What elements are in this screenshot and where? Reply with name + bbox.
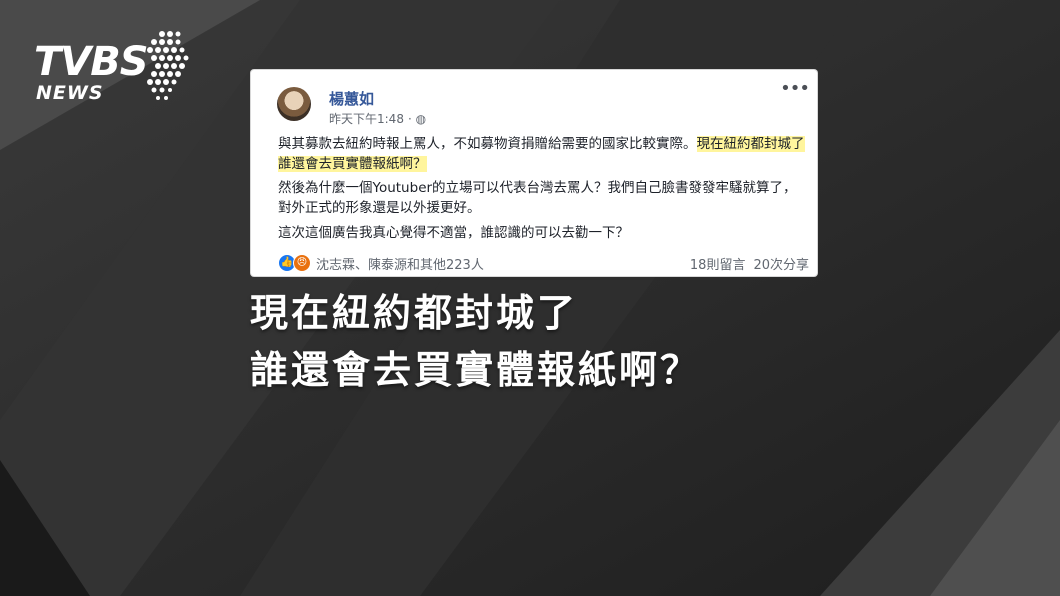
post-paragraph-3: 這次這個廣告我真心覺得不適當，誰認識的可以去勸一下？ [278,225,629,241]
author-avatar[interactable] [277,87,311,121]
post-paragraph-2: 然後為什麼一個Youtuber的立場可以代表台灣去罵人？我們自己臉書發發牢騷就算… [278,180,797,216]
paragraph-1-text: 與其募款去紐約時報上罵人，不如募物資捐贈給需要的國家比較實際。 [278,136,697,152]
more-options-icon[interactable]: ••• [780,80,810,98]
logo-subtitle: NEWS [36,82,104,104]
post-timestamp[interactable]: 昨天下午1:48 [329,112,404,126]
tvbs-news-logo: TVBS NEWS [30,28,190,112]
caption-line-2: 誰還會去買實體報紙啊？ [250,348,702,392]
reaction-names[interactable]: 沈志霖、陳泰源和其他223人 [316,254,484,273]
angry-icon: 😠 [293,254,311,272]
post-meta: 昨天下午1:48 · ◍ [329,110,426,127]
shares-count[interactable]: 20次分享 [753,258,809,273]
reactions-bar[interactable]: 👍 😠 沈志霖、陳泰源和其他223人 [278,253,484,273]
post-paragraph-1: 與其募款去紐約時報上罵人，不如募物資捐贈給需要的國家比較實際。現在紐約都封城了誰… [278,134,808,174]
post-author[interactable]: 楊蕙如 [329,88,374,109]
globe-icon: · ◍ [407,112,427,126]
comments-count[interactable]: 18則留言 [690,258,746,273]
post-stats: 18則留言 20次分享 [690,254,809,273]
caption-line-1: 現在紐約都封城了 [250,291,579,335]
logo-dot-pattern [147,31,189,100]
facebook-post-screenshot: 楊蕙如 昨天下午1:48 · ◍ ••• 與其募款去紐約時報上罵人，不如募物資捐贈… [251,70,817,276]
